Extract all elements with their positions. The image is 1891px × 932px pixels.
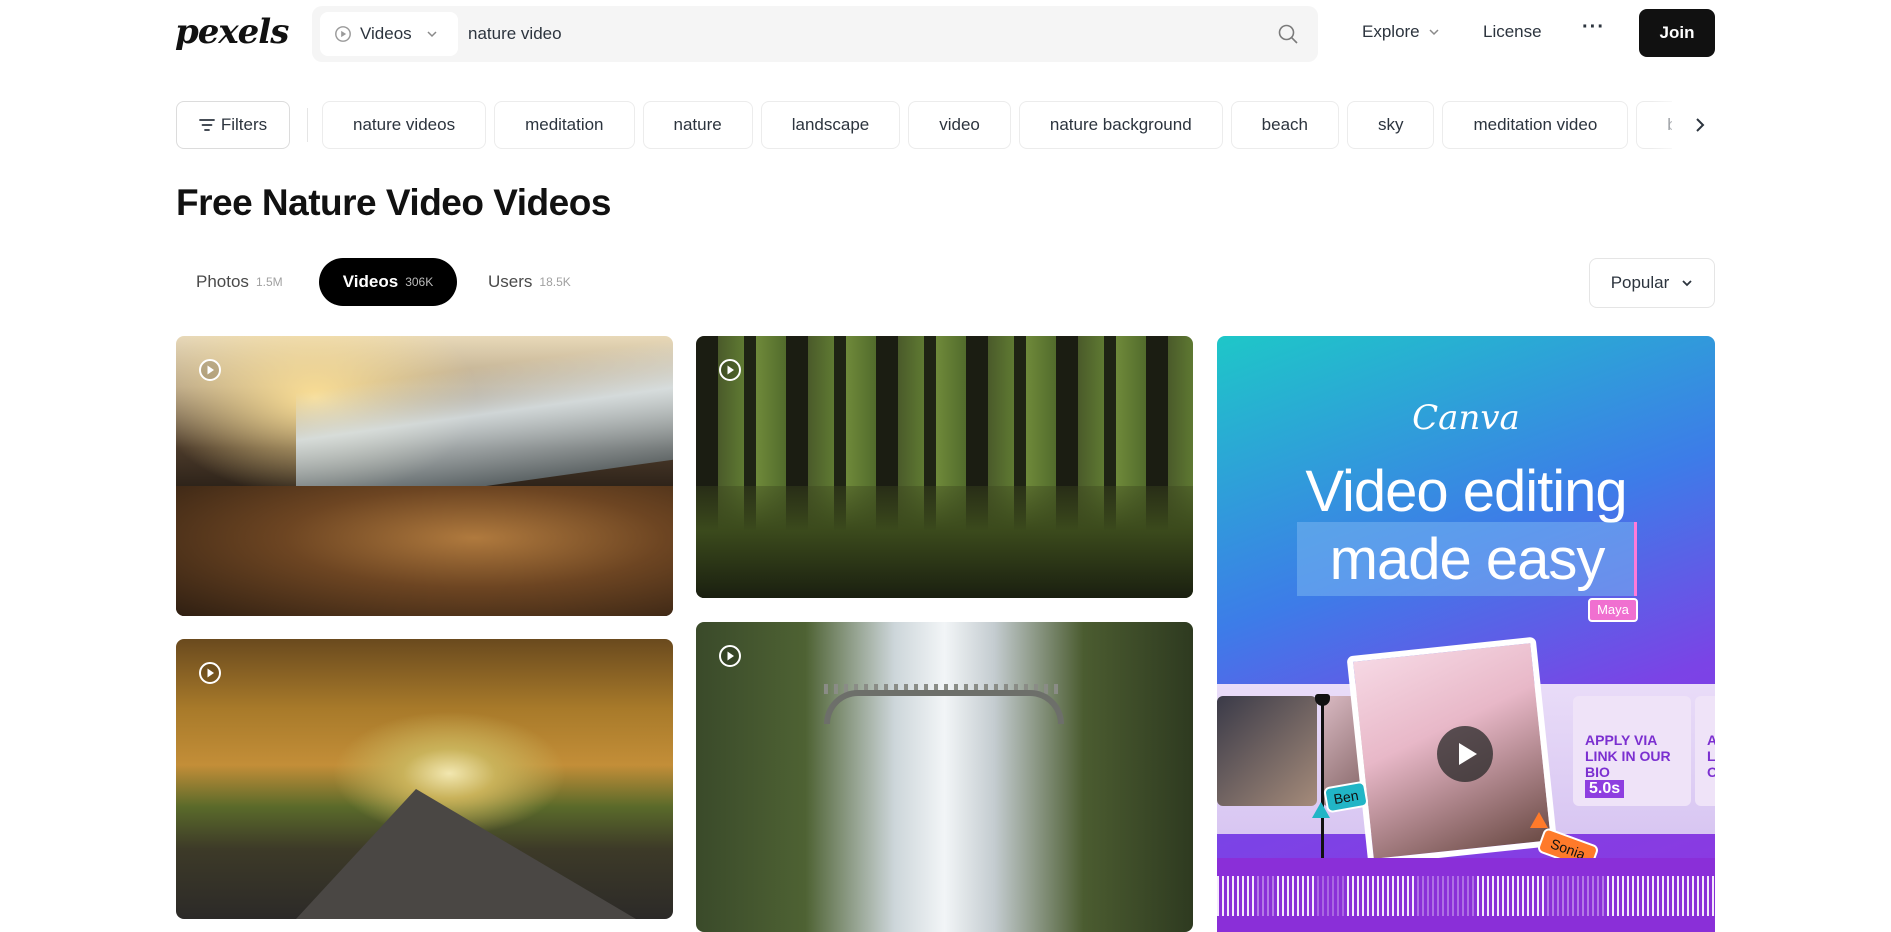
chip[interactable]: video [908, 101, 1011, 149]
chip[interactable]: nature background [1018, 101, 1223, 149]
ad-headline-highlight: made easy [1297, 522, 1637, 596]
cursor-icon [1530, 812, 1548, 828]
filters-icon [198, 119, 215, 131]
ad-brand: Canva [1412, 398, 1520, 438]
sort-dropdown[interactable]: Popular [1589, 258, 1715, 308]
chevron-down-icon [427, 31, 437, 38]
chip[interactable]: nature [642, 101, 753, 149]
canva-ad[interactable]: Canva Video editing made easy Maya APPLY… [1217, 336, 1715, 932]
chip[interactable]: meditation video [1442, 101, 1629, 149]
video-card[interactable] [696, 622, 1193, 932]
video-thumbnail [176, 486, 673, 616]
ad-headline: Video editing [1305, 459, 1627, 524]
play-icon [1437, 726, 1493, 782]
chip[interactable]: beach [1230, 101, 1339, 149]
header: pexels Videos Explore License ··· Join [0, 0, 1891, 70]
ad-clip-text: APP LI OU [1707, 732, 1715, 780]
tab-label: Users [488, 272, 533, 291]
nav-explore[interactable]: Explore [1362, 22, 1440, 42]
chevron-right-icon[interactable] [1690, 115, 1710, 135]
search-type-label: Videos [360, 24, 412, 43]
chip-divider [307, 108, 308, 142]
ad-audio-waveform [1217, 858, 1715, 932]
sort-label: Popular [1610, 273, 1670, 292]
search-type-dropdown[interactable]: Videos [320, 12, 458, 56]
tab-count: 1.5M [255, 275, 283, 289]
ad-clip-duration: 5.0s [1585, 780, 1625, 798]
page-title: Free Nature Video Videos [176, 182, 611, 223]
video-thumbnail [696, 486, 1193, 598]
pexels-logo[interactable]: pexels [175, 12, 289, 52]
tab-label: Videos [342, 272, 399, 291]
chevron-down-icon [1429, 29, 1439, 36]
more-menu-icon[interactable]: ··· [1582, 16, 1605, 39]
tab-videos[interactable]: Videos 306K [319, 258, 457, 306]
tab-label: Photos [196, 272, 249, 291]
tab-photos[interactable]: Photos 1.5M [176, 258, 303, 306]
video-card[interactable] [696, 336, 1193, 598]
filters-button[interactable]: Filters [176, 101, 290, 149]
search-bar: Videos [312, 6, 1318, 62]
chip[interactable]: sky [1346, 101, 1435, 149]
tab-count: 18.5K [539, 275, 571, 289]
tab-users[interactable]: Users 18.5K [468, 258, 591, 306]
ad-collaborator-tag: Maya [1588, 598, 1638, 622]
join-button[interactable]: Join [1639, 9, 1715, 57]
ad-clip-text: APPLY VIA LINK IN OUR BIO [1585, 732, 1671, 780]
related-search-chips: nature videos meditation nature landscap… [322, 101, 1672, 149]
nav-license[interactable]: License [1483, 22, 1542, 42]
ad-headline: made easy [1329, 527, 1606, 592]
chevron-down-icon [1682, 280, 1692, 287]
chip[interactable]: meditation [494, 101, 635, 149]
chips-fade [1652, 96, 1722, 154]
nav-explore-label: Explore [1362, 22, 1420, 41]
video-card[interactable] [176, 639, 673, 919]
search-input[interactable] [468, 16, 1168, 52]
play-circle-icon [335, 26, 351, 42]
play-circle-icon [199, 359, 221, 381]
chip[interactable]: landscape [760, 101, 901, 149]
play-circle-icon [199, 662, 221, 684]
play-circle-icon [719, 359, 741, 381]
ad-clip: APP LI OU [1695, 696, 1715, 806]
ad-clip [1217, 696, 1317, 806]
waveform-bars [1217, 876, 1715, 916]
filters-label: Filters [220, 115, 268, 134]
ad-clip: APPLY VIA LINK IN OUR BIO 5.0s [1573, 696, 1691, 806]
video-card[interactable] [176, 336, 673, 616]
play-circle-icon [719, 645, 741, 667]
chip[interactable]: nature videos [322, 101, 487, 149]
video-thumbnail [296, 789, 636, 919]
video-thumbnail [824, 690, 1064, 724]
search-icon[interactable] [1277, 23, 1299, 45]
tab-count: 306K [405, 275, 434, 289]
